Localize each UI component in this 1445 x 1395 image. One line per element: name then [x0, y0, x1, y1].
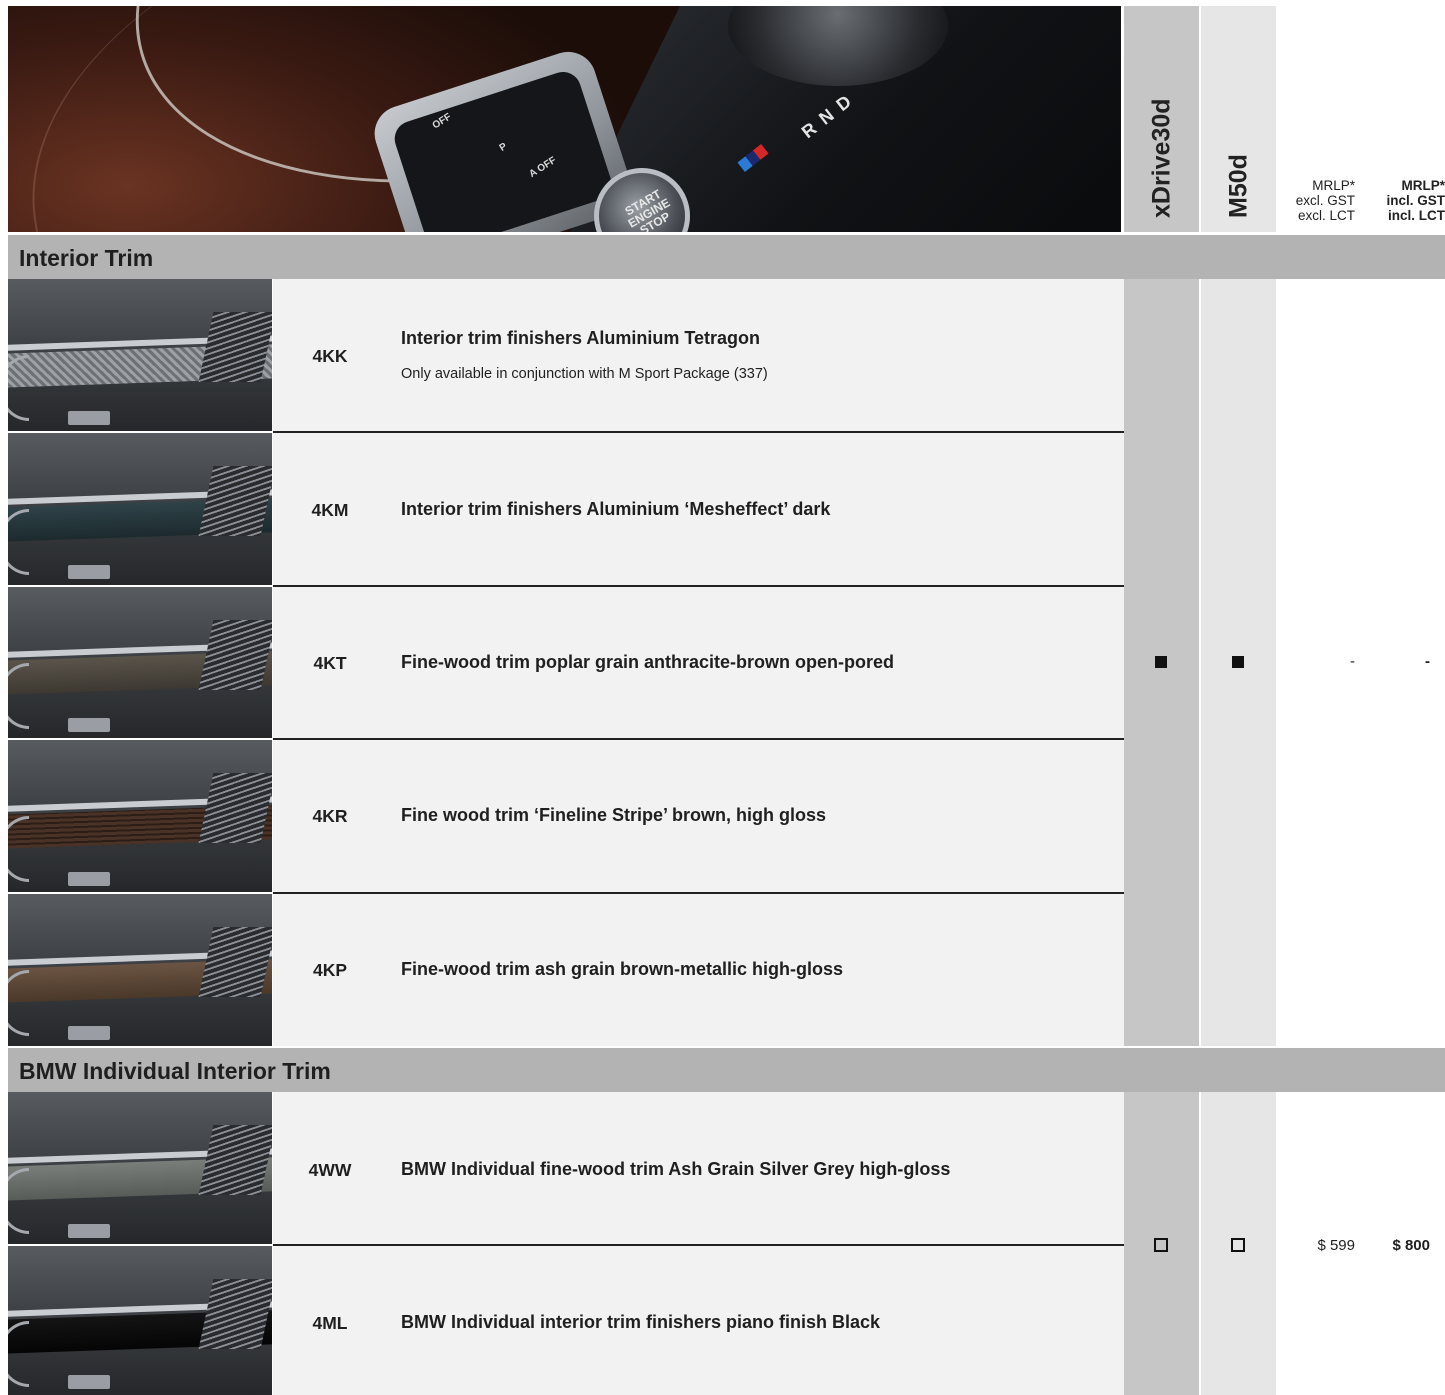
col-header-m50d: M50d: [1201, 6, 1276, 232]
price-incl: -: [1425, 653, 1430, 670]
option-code: 4KM: [311, 500, 349, 520]
trim-thumbnail: [8, 740, 272, 892]
trim-thumbnail: [8, 894, 272, 1046]
section-title: BMW Individual Interior Trim: [19, 1058, 331, 1084]
col-header-price-excl: MRLP* excl. GST excl. LCT: [1295, 178, 1355, 223]
price-incl: $ 800: [1392, 1237, 1430, 1254]
section-bar-interior-trim: Interior Trim: [8, 235, 1445, 279]
hero-image: OFF P A OFF START ENGINE STOP R N D: [8, 6, 1121, 232]
option-description: Fine wood trim ‘Fineline Stripe’ brown, …: [401, 805, 827, 825]
option-description: Interior trim finishers Aluminium Tetrag…: [401, 328, 761, 348]
option-description: BMW Individual interior trim finishers p…: [401, 1312, 881, 1332]
trim-thumbnail: [8, 433, 272, 585]
option-marker-xdrive30d: [1154, 1238, 1168, 1252]
option-description: BMW Individual fine-wood trim Ash Grain …: [401, 1159, 951, 1179]
section-title: Interior Trim: [19, 245, 154, 271]
option-code: 4WW: [308, 1160, 352, 1180]
trim-thumbnail: [8, 1246, 272, 1395]
standard-marker-xdrive30d: [1155, 656, 1167, 668]
option-description: Interior trim finishers Aluminium ‘Meshe…: [401, 499, 831, 519]
option-code: 4KP: [312, 960, 348, 980]
option-description: Fine-wood trim poplar grain anthracite-b…: [401, 652, 895, 672]
trim-thumbnail: [8, 1092, 272, 1244]
option-code: 4KK: [312, 346, 348, 366]
price-excl: $ 599: [1317, 1237, 1355, 1254]
table-row: [273, 279, 1124, 431]
option-code: 4KT: [313, 653, 347, 673]
standard-marker-m50d: [1232, 656, 1244, 668]
option-code: 4KR: [312, 806, 348, 826]
col-header-price-incl: MRLP* incl. GST incl. LCT: [1386, 178, 1445, 223]
trim-thumbnail: [8, 587, 272, 738]
option-description: Fine-wood trim ash grain brown-metallic …: [401, 959, 844, 979]
option-note: Only available in conjunction with M Spo…: [401, 366, 768, 382]
option-marker-m50d: [1231, 1238, 1245, 1252]
section-bar-bmw-individual-interior-trim: BMW Individual Interior Trim: [8, 1048, 1445, 1092]
price-excl: -: [1350, 653, 1355, 670]
col-header-xdrive30d: xDrive30d: [1124, 6, 1199, 232]
option-code: 4ML: [312, 1313, 348, 1333]
trim-thumbnail: [8, 279, 272, 431]
